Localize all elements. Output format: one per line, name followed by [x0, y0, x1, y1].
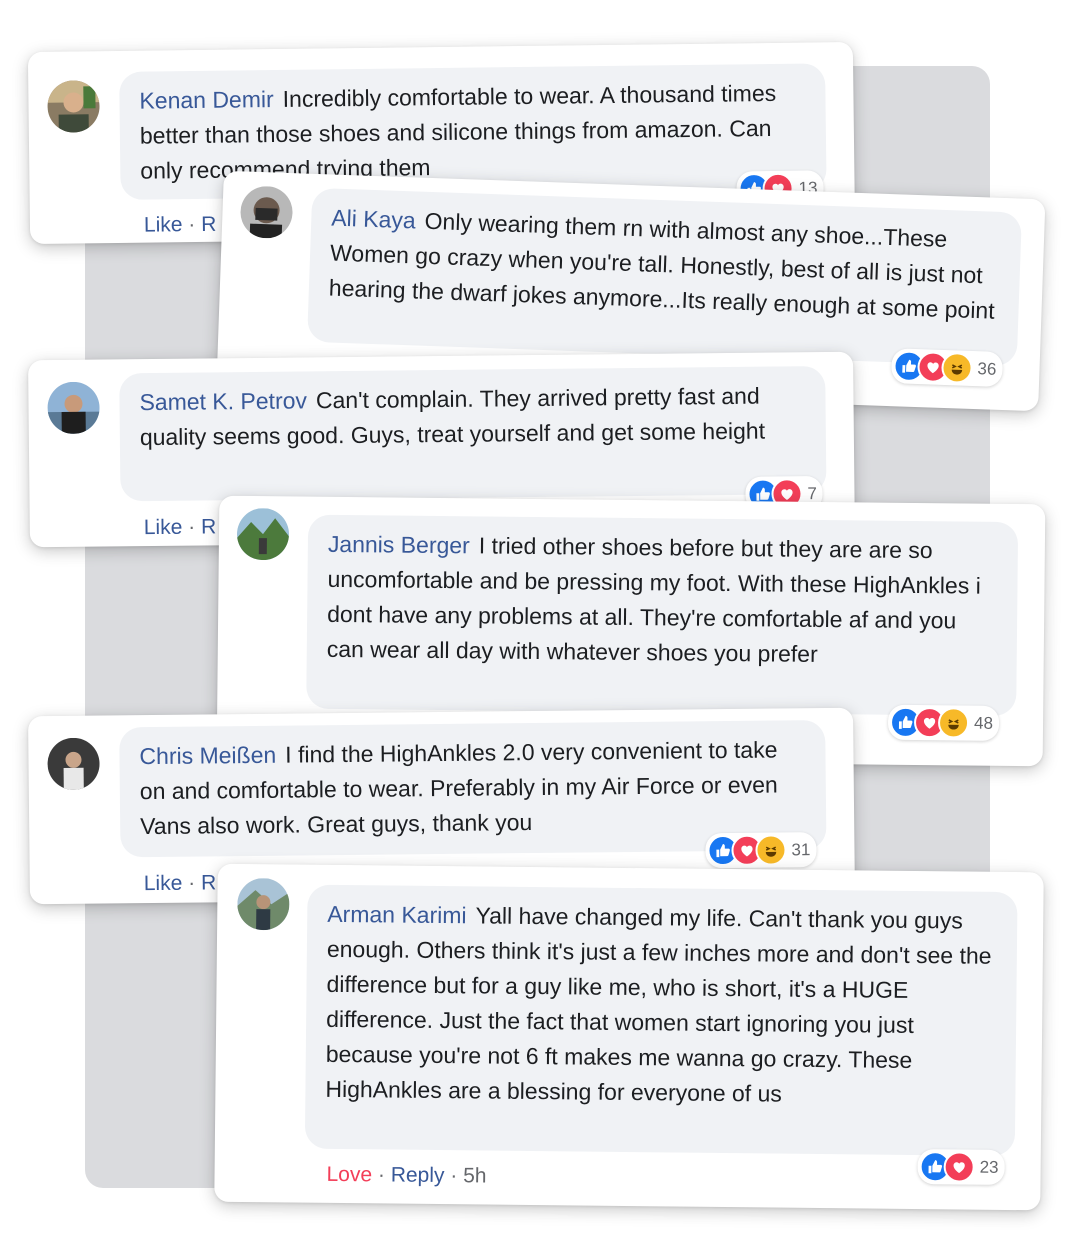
comment-author[interactable]: Ali Kaya [331, 205, 416, 234]
avatar[interactable] [47, 737, 100, 791]
laughing-face-icon [940, 351, 974, 384]
comment-timestamp[interactable]: 5h [463, 1164, 487, 1187]
comment-actions: Like · R [144, 515, 217, 540]
comment-author[interactable]: Jannis Berger [328, 531, 470, 558]
reaction-count: 48 [973, 713, 994, 733]
like-link[interactable]: Like [144, 872, 183, 895]
comment-text: Yall have changed my life. Can't thank y… [325, 902, 992, 1107]
avatar[interactable] [47, 80, 100, 133]
comment-bubble: Arman Karimi Yall have changed my life. C… [304, 884, 1018, 1157]
comment-bubble: Jannis Berger I tried other shoes before … [306, 514, 1019, 717]
laughing-face-icon [937, 707, 970, 739]
avatar[interactable] [239, 185, 294, 240]
laughing-face-icon [755, 834, 787, 866]
reply-link[interactable]: R [201, 871, 216, 894]
reaction-summary[interactable]: 48 [887, 704, 1000, 741]
reaction-summary[interactable]: 31 [705, 832, 817, 869]
separator: · [377, 1163, 386, 1187]
separator: · [188, 871, 196, 895]
separator: · [188, 515, 196, 539]
comment-author[interactable]: Arman Karimi [327, 901, 467, 928]
comment-actions: Love · Reply · 5h [326, 1163, 486, 1189]
comment-author[interactable]: Samet K. Petrov [139, 387, 307, 415]
reaction-summary[interactable]: 23 [917, 1149, 1005, 1185]
comment-text: Only wearing them rn with almost any sho… [328, 207, 996, 324]
avatar[interactable] [237, 877, 290, 931]
separator: · [450, 1164, 458, 1188]
comment-actions: Like · R [144, 213, 217, 238]
comment-card-arman: Arman Karimi Yall have changed my life. C… [214, 863, 1044, 1211]
avatar[interactable] [47, 381, 100, 435]
reaction-count: 7 [807, 483, 818, 503]
comment-actions: Like · R [144, 871, 217, 896]
comment-author[interactable]: Chris Meißen [139, 742, 276, 769]
comment-bubble: Samet K. Petrov Can't complain. They arri… [119, 365, 827, 502]
reply-link[interactable]: R [201, 213, 216, 236]
comment-bubble: Ali Kaya Only wearing them rn with almost… [307, 187, 1022, 367]
separator: · [188, 213, 196, 237]
reply-link[interactable]: Reply [391, 1164, 445, 1188]
reaction-count: 23 [979, 1157, 999, 1177]
comment-author[interactable]: Kenan Demir [139, 86, 274, 114]
reaction-summary[interactable]: 36 [890, 348, 1004, 387]
heart-icon [943, 1151, 975, 1183]
reply-link[interactable]: R [201, 515, 216, 538]
reaction-count: 36 [977, 358, 997, 379]
avatar[interactable] [236, 507, 290, 561]
like-link[interactable]: Like [144, 516, 183, 539]
like-link[interactable]: Like [144, 213, 183, 236]
reaction-count: 31 [791, 839, 811, 859]
love-link[interactable]: Love [326, 1163, 372, 1186]
